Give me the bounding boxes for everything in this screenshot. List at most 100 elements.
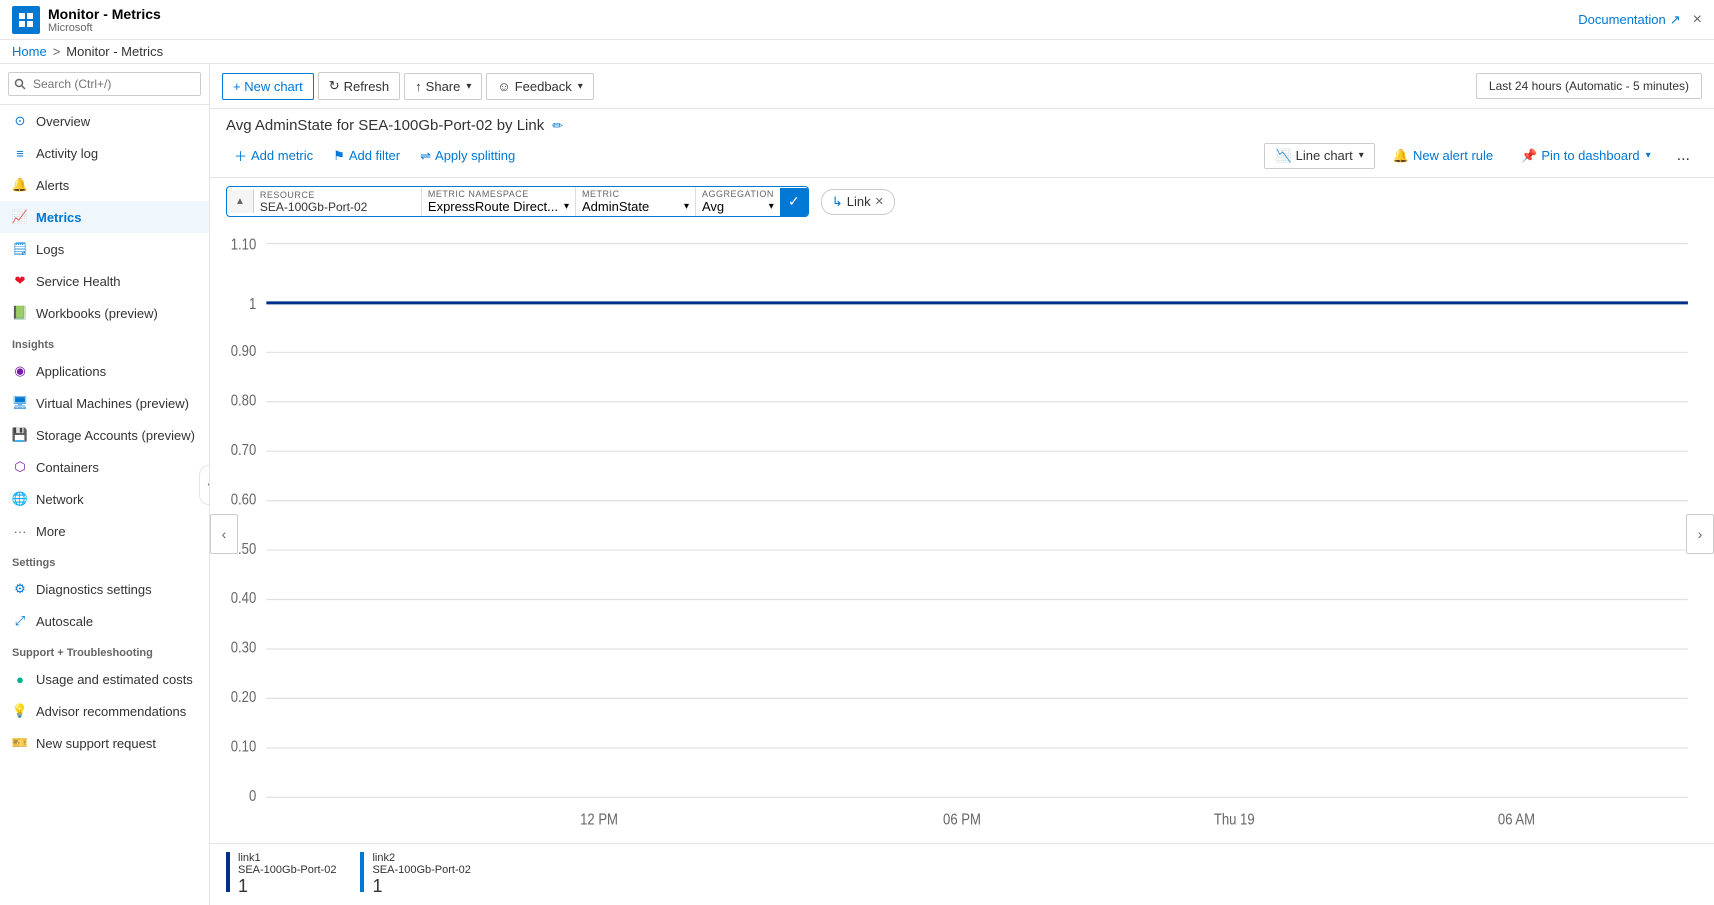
app-subtitle: Microsoft [48, 22, 161, 34]
sidebar-item-storage-accounts[interactable]: 💾 Storage Accounts (preview) [0, 419, 209, 451]
svg-text:1: 1 [249, 296, 256, 314]
search-icon [14, 78, 26, 90]
chart-controls: ＋ Add metric ⚑ Add filter ⇌ Apply splitt… [210, 138, 1714, 178]
resource-input[interactable] [260, 200, 415, 214]
overview-icon: ⊙ [12, 113, 28, 129]
pin-icon: 📌 [1521, 148, 1537, 164]
metric-up-button[interactable]: ▲ [227, 190, 254, 213]
sidebar-item-network[interactable]: 🌐 Network [0, 483, 209, 515]
chart-nav-left[interactable]: ‹ [210, 514, 238, 554]
sidebar-item-support-request[interactable]: 🎫 New support request [0, 727, 209, 759]
support-section-label: Support + Troubleshooting [0, 637, 209, 663]
namespace-field: METRIC NAMESPACE ExpressRoute Direct... … [422, 187, 576, 216]
line-chart-button[interactable]: 📉 Line chart ▾ [1264, 143, 1374, 169]
sidebar: ⊙ Overview ≡ Activity log 🔔 Alerts 📈 Met… [0, 64, 210, 905]
new-chart-button[interactable]: + New chart [222, 73, 314, 100]
metric-confirm-button[interactable]: ✓ [780, 188, 808, 216]
svg-text:0.20: 0.20 [231, 689, 257, 707]
alerts-icon: 🔔 [12, 177, 28, 193]
aggregation-dropdown-icon[interactable]: ▾ [769, 201, 774, 212]
link-filter-tag[interactable]: ↳ Link ✕ [821, 189, 895, 215]
svg-text:06 AM: 06 AM [1498, 811, 1535, 829]
applications-icon: ◉ [12, 363, 28, 379]
metric-field: METRIC AdminState ▾ [576, 187, 696, 216]
line-chart-icon: 📉 [1275, 148, 1291, 164]
chart-legend: link1 SEA-100Gb-Port-02 1 link2 SEA-100G… [210, 843, 1714, 905]
service-health-icon: ❤ [12, 273, 28, 289]
chart-svg: 1.10 1 0.90 0.80 0.70 0.60 0.50 0.40 0.3… [226, 225, 1698, 843]
containers-icon: ⬡ [12, 459, 28, 475]
svg-text:0.10: 0.10 [231, 738, 257, 756]
sidebar-item-alerts[interactable]: 🔔 Alerts [0, 169, 209, 201]
pin-to-dashboard-button[interactable]: 📌 Pin to dashboard ▾ [1511, 144, 1661, 168]
metrics-icon: 📈 [12, 209, 28, 225]
sidebar-search-wrap [0, 64, 209, 105]
metric-selector-box: ▲ RESOURCE METRIC NAMESPACE ExpressRoute… [226, 186, 809, 217]
sidebar-item-logs[interactable]: 🗒 Logs [0, 233, 209, 265]
link-filter-remove-icon[interactable]: ✕ [875, 195, 884, 208]
svg-text:0: 0 [249, 788, 256, 806]
svg-text:0.30: 0.30 [231, 640, 257, 658]
alert-icon: 🔔 [1393, 148, 1409, 164]
aggregation-value: Avg [702, 199, 724, 214]
autoscale-icon: ⤢ [12, 613, 28, 629]
share-button[interactable]: ↑ Share ▾ [404, 73, 482, 100]
sidebar-item-more[interactable]: ··· More [0, 515, 209, 547]
link-filter-icon: ↳ [832, 194, 843, 210]
external-link-icon: ↗ [1670, 12, 1681, 28]
sidebar-item-activity-log[interactable]: ≡ Activity log [0, 137, 209, 169]
add-metric-icon: ＋ [234, 146, 247, 165]
edit-title-icon[interactable]: ✏ [552, 118, 563, 134]
breadcrumb: Home > Monitor - Metrics [0, 40, 1714, 64]
search-input[interactable] [8, 72, 201, 96]
app-title: Monitor - Metrics Microsoft [48, 6, 161, 34]
app-icon [12, 6, 40, 34]
chart-title-area: Avg AdminState for SEA-100Gb-Port-02 by … [210, 109, 1714, 138]
breadcrumb-current: Monitor - Metrics [66, 44, 163, 59]
breadcrumb-home[interactable]: Home [12, 44, 47, 59]
add-metric-button[interactable]: ＋ Add metric [226, 142, 321, 169]
sidebar-item-virtual-machines[interactable]: 🖥 Virtual Machines (preview) [0, 387, 209, 419]
namespace-value: ExpressRoute Direct... [428, 199, 558, 214]
share-icon: ↑ [415, 79, 422, 94]
pin-dropdown-icon: ▾ [1646, 150, 1651, 161]
sidebar-item-diagnostics[interactable]: ⚙ Diagnostics settings [0, 573, 209, 605]
metric-value: AdminState [582, 199, 649, 214]
sidebar-item-containers[interactable]: ⬡ Containers [0, 451, 209, 483]
sidebar-item-workbooks[interactable]: 📗 Workbooks (preview) [0, 297, 209, 329]
legend-color-link2 [360, 852, 364, 892]
svg-text:0.70: 0.70 [231, 442, 257, 460]
feedback-button[interactable]: ☺ Feedback ▾ [486, 73, 593, 100]
apply-splitting-button[interactable]: ⇌ Apply splitting [412, 144, 523, 168]
time-range-button[interactable]: Last 24 hours (Automatic - 5 minutes) [1476, 73, 1702, 99]
svg-text:1.10: 1.10 [231, 237, 257, 255]
workbooks-icon: 📗 [12, 305, 28, 321]
sidebar-item-autoscale[interactable]: ⤢ Autoscale [0, 605, 209, 637]
chart-nav-right[interactable]: › [1686, 514, 1714, 554]
sidebar-item-advisor[interactable]: 💡 Advisor recommendations [0, 695, 209, 727]
legend-text-link2: link2 SEA-100Gb-Port-02 1 [372, 852, 470, 897]
sidebar-item-applications[interactable]: ◉ Applications [0, 355, 209, 387]
svg-text:06 PM: 06 PM [943, 811, 981, 829]
sidebar-item-overview[interactable]: ⊙ Overview [0, 105, 209, 137]
metric-selector: ▲ RESOURCE METRIC NAMESPACE ExpressRoute… [210, 178, 1714, 225]
support-icon: 🎫 [12, 735, 28, 751]
metric-dropdown-icon[interactable]: ▾ [684, 201, 689, 212]
line-chart-dropdown-icon: ▾ [1359, 150, 1364, 161]
legend-text-link1: link1 SEA-100Gb-Port-02 1 [238, 852, 336, 897]
legend-color-link1 [226, 852, 230, 892]
sidebar-collapse-button[interactable]: ‹ [199, 465, 210, 505]
refresh-button[interactable]: ↻ Refresh [318, 72, 400, 100]
more-options-button[interactable]: ... [1669, 143, 1698, 169]
close-button[interactable]: × [1693, 11, 1702, 29]
new-alert-rule-button[interactable]: 🔔 New alert rule [1383, 144, 1503, 168]
sidebar-item-service-health[interactable]: ❤ Service Health [0, 265, 209, 297]
add-filter-button[interactable]: ⚑ Add filter [325, 144, 408, 168]
svg-text:0.90: 0.90 [231, 343, 257, 361]
chart-container: ‹ › 1.10 1 0.90 0.80 0.70 0.60 0.50 0.40… [210, 225, 1714, 843]
namespace-dropdown-icon[interactable]: ▾ [564, 201, 569, 212]
documentation-link[interactable]: Documentation ↗ [1578, 12, 1680, 28]
sidebar-item-usage-costs[interactable]: ● Usage and estimated costs [0, 663, 209, 695]
sidebar-item-metrics[interactable]: 📈 Metrics [0, 201, 209, 233]
feedback-icon: ☺ [497, 79, 510, 94]
